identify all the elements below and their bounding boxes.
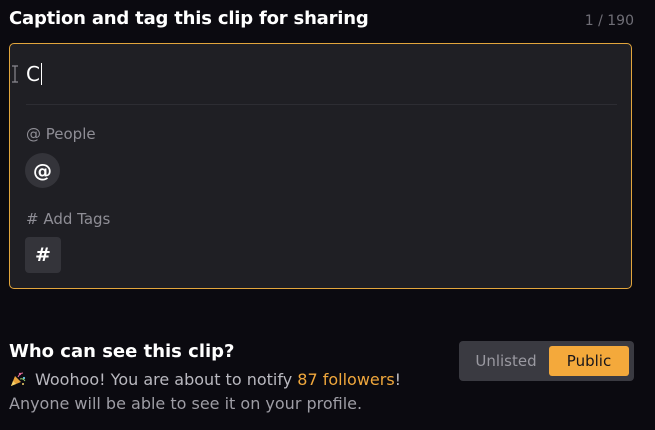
caption-text: C (26, 62, 40, 86)
at-sign-icon: @ (33, 159, 52, 182)
tags-label: # Add Tags (26, 210, 111, 228)
text-caret (40, 63, 42, 85)
caption-input[interactable]: C (26, 61, 42, 87)
notify-message: Woohoo! You are about to notify 87 follo… (9, 370, 401, 389)
visibility-title: Who can see this clip? (9, 341, 235, 362)
caption-divider (26, 104, 617, 105)
unlisted-option[interactable]: Unlisted (464, 346, 548, 376)
notify-prefix: Woohoo! You are about to notify (35, 370, 298, 389)
caption-editor[interactable]: C @ People @ # Add Tags # (9, 43, 632, 289)
page-title: Caption and tag this clip for sharing (9, 8, 369, 29)
notify-suffix: ! (394, 370, 402, 389)
character-counter: 1 / 190 (584, 13, 634, 29)
mention-people-button[interactable]: @ (25, 153, 60, 188)
profile-visibility-note: Anyone will be able to see it on your pr… (9, 394, 363, 413)
add-tag-button[interactable]: # (25, 237, 61, 273)
party-popper-icon (11, 372, 26, 386)
visibility-toggle: Unlisted Public (459, 341, 634, 381)
hashtag-icon: # (35, 244, 51, 266)
followers-count: 87 followers (297, 370, 395, 389)
text-cursor-icon (12, 65, 18, 83)
people-label: @ People (26, 125, 96, 143)
public-option[interactable]: Public (549, 346, 629, 376)
clip-share-panel: Caption and tag this clip for sharing 1 … (0, 0, 655, 430)
